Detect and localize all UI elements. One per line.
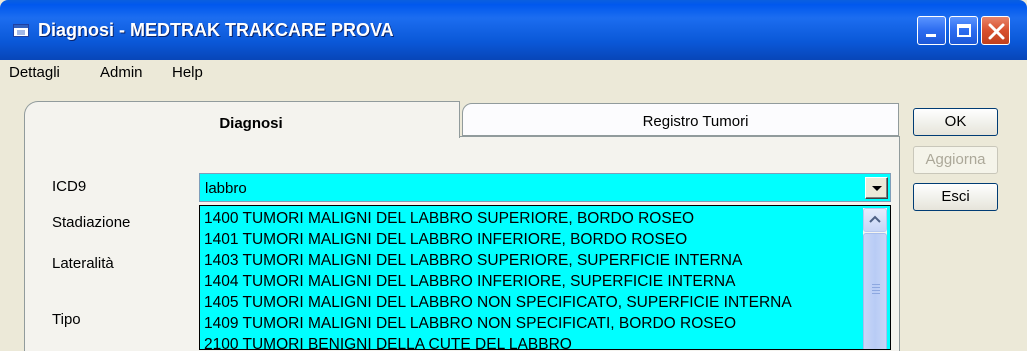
tipo-label: Tipo [52,311,81,328]
stadiazione-label: Stadiazione [52,214,131,231]
grip-line [872,293,880,294]
close-icon [988,23,1005,40]
tab-registro-tumori-label: Registro Tumori [642,113,749,130]
aggiorna-button[interactable]: Aggiorna [913,146,998,174]
list-item[interactable]: 1409 TUMORI MALIGNI DEL LABBRO NON SPECI… [204,313,858,334]
menu-dettagli[interactable]: Dettagli [9,64,60,81]
icd9-value[interactable]: labbro [205,180,247,197]
scroll-thumb[interactable] [863,233,887,349]
icd9-label: ICD9 [52,178,87,195]
tab-diagnosi-label: Diagnosi [219,115,283,132]
grip-line [872,284,880,285]
title-bar[interactable]: Diagnosi - MEDTRAK TRAKCARE PROVA [0,0,1027,60]
grip-line [872,287,880,288]
list-item[interactable]: 1403 TUMORI MALIGNI DEL LABBRO SUPERIORE… [204,250,858,271]
close-button[interactable] [981,16,1010,45]
window-title: Diagnosi - MEDTRAK TRAKCARE PROVA [38,20,394,40]
tab-diagnosi[interactable]: Diagnosi [24,101,460,138]
app-window-icon[interactable] [13,24,29,37]
list-item[interactable]: 1404 TUMORI MALIGNI DEL LABBRO INFERIORE… [204,271,858,292]
list-item[interactable]: 2100 TUMORI BENIGNI DELLA CUTE DEL LABBR… [204,334,858,349]
scroll-up-button[interactable] [863,208,887,232]
list-item[interactable]: 1401 TUMORI MALIGNI DEL LABBRO INFERIORE… [204,229,858,250]
ok-button[interactable]: OK [913,108,998,136]
lateralita-label: Lateralità [52,255,114,272]
menu-admin[interactable]: Admin [100,64,143,81]
icd9-dropdown-button[interactable] [865,177,888,199]
minimize-button[interactable] [917,16,946,45]
maximize-button[interactable] [949,16,978,45]
chevron-up-icon [869,215,881,223]
list-item[interactable]: 1400 TUMORI MALIGNI DEL LABBRO SUPERIORE… [204,208,858,229]
dropdown-scrollbar[interactable] [863,208,887,349]
maximize-icon [957,24,971,37]
list-item[interactable]: 1405 TUMORI MALIGNI DEL LABBRO NON SPECI… [204,292,858,313]
menu-help[interactable]: Help [172,64,203,81]
esci-button[interactable]: Esci [913,183,998,211]
menu-bar: Dettagli Admin Help [0,60,1027,85]
grip-line [872,290,880,291]
icd9-combobox[interactable]: labbro [199,173,891,202]
minimize-icon [926,34,936,37]
icd9-dropdown-list[interactable]: 1400 TUMORI MALIGNI DEL LABBRO SUPERIORE… [199,205,891,350]
tab-registro-tumori[interactable]: Registro Tumori [462,103,899,136]
